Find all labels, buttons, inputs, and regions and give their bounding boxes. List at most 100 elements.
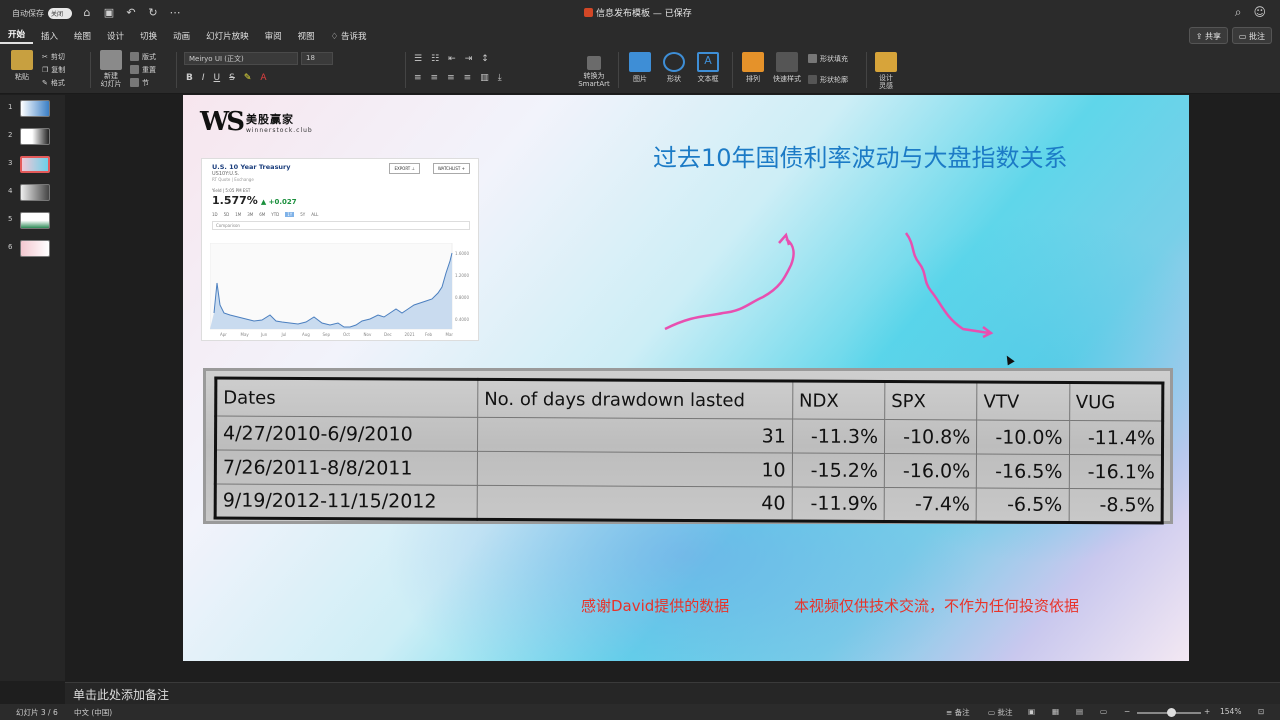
slideshow-view-icon[interactable]: ▭ — [1100, 707, 1107, 716]
font-color-icon[interactable]: A — [260, 73, 266, 83]
section-button[interactable]: 节 — [130, 76, 156, 89]
designer-label: 设计 灵感 — [879, 74, 893, 90]
tab-animations[interactable]: 动画 — [165, 30, 198, 42]
drawdown-table-image[interactable]: Dates No. of days drawdown lasted NDX SP… — [203, 368, 1173, 525]
lightbulb-icon: ♢ — [330, 32, 341, 42]
font-size-select[interactable]: 18 — [301, 52, 333, 65]
layout-button[interactable]: 版式 — [130, 50, 156, 63]
normal-view-icon[interactable]: ▣ — [1028, 707, 1035, 716]
section-icon — [130, 78, 139, 87]
copy-button[interactable]: ❐ 复制 — [42, 63, 65, 76]
font-family-select[interactable]: Meiryo UI (正文) — [184, 52, 298, 65]
document-title[interactable]: 信息发布模板 — 已保存 — [584, 6, 692, 19]
format-painter-button[interactable]: ✎ 格式 — [42, 76, 65, 89]
slide-thumbnail-1[interactable] — [20, 100, 50, 117]
cell-ndx: -11.9% — [791, 487, 885, 522]
slide-thumbnail-6[interactable] — [20, 240, 50, 257]
comments-label: 批注 — [1249, 32, 1265, 41]
comments-toggle[interactable]: ▭ 批注 — [988, 707, 1012, 718]
slide-thumbnail-3[interactable] — [20, 156, 50, 173]
language-indicator[interactable]: 中文 (中国) — [74, 707, 112, 718]
disclaimer-text[interactable]: 本视频仅供技术交流，不作为任何投资依据 — [794, 595, 1079, 616]
slide-thumbnail-4[interactable] — [20, 184, 50, 201]
reset-button[interactable]: 重置 — [130, 63, 156, 76]
more-icon[interactable]: ⋯ — [168, 6, 182, 20]
share-button[interactable]: ⇪ 共享 — [1188, 27, 1228, 44]
highlight-icon[interactable]: ✎ — [244, 73, 252, 83]
comparison-bar: Comparison — [212, 221, 470, 230]
italic-icon[interactable]: I — [202, 73, 205, 83]
tell-me[interactable]: ♢ 告诉我 — [323, 30, 375, 42]
notes-pane[interactable]: 单击此处添加备注 — [65, 682, 1280, 704]
comments-button[interactable]: ▭ 批注 — [1231, 27, 1272, 44]
text-direction-icon[interactable]: ⤓ — [498, 73, 502, 83]
align-left-icon[interactable]: ≡ — [414, 73, 422, 83]
textbox-button[interactable]: A 文本框 — [694, 52, 722, 84]
slide[interactable]: WS 美股赢家 winnerstock.club 过去10年国债利率波动与大盘指… — [183, 95, 1189, 661]
strikethrough-icon[interactable]: S — [229, 73, 235, 83]
undo-icon[interactable]: ↶ — [124, 6, 138, 20]
slide-thumbnail-2[interactable] — [20, 128, 50, 145]
comment-icon: ▭ — [1238, 32, 1249, 41]
credit-text[interactable]: 感谢David提供的数据 — [581, 595, 729, 616]
bullets-icon[interactable]: ☰ — [414, 54, 422, 64]
designer-button[interactable]: 设计 灵感 — [872, 52, 900, 90]
quick-styles-button[interactable]: 快速样式 — [770, 52, 804, 84]
zoom-slider-handle[interactable] — [1167, 708, 1176, 717]
treasury-line-chart: Apr May Jun Jul Aug Sep Oct Nov Dec 2021 Feb Mar 1.… — [210, 243, 469, 337]
notes-toggle[interactable]: ≡ 备注 — [946, 707, 970, 718]
zoom-level[interactable]: 154% — [1220, 707, 1241, 716]
tab-home[interactable]: 开始 — [0, 28, 34, 44]
shape-outline-button[interactable]: 形状轮廓 — [808, 73, 848, 86]
tab-review[interactable]: 审阅 — [257, 30, 290, 42]
cell-vtv: -10.0% — [976, 420, 1070, 455]
zoom-in-icon[interactable]: + — [1204, 707, 1210, 716]
tab-insert[interactable]: 插入 — [33, 30, 66, 42]
shape-fill-button[interactable]: 形状填充 — [808, 52, 848, 65]
save-icon[interactable]: ▣ — [102, 6, 116, 20]
autosave-toggle[interactable]: 关闭 — [48, 7, 72, 19]
drawdown-table: Dates No. of days drawdown lasted NDX SP… — [213, 376, 1165, 525]
people-icon[interactable]: ☺ — [1253, 5, 1266, 20]
decrease-indent-icon[interactable]: ⇤ — [448, 54, 456, 64]
fit-slide-icon[interactable]: ⊡ — [1258, 707, 1264, 716]
redo-icon[interactable]: ↻ — [146, 6, 160, 20]
notes-label: 备注 — [954, 708, 970, 717]
align-right-icon[interactable]: ≡ — [447, 73, 455, 83]
logo: WS 美股赢家 winnerstock.club — [200, 107, 313, 137]
cell-dates: 7/26/2011-8/8/2011 — [215, 450, 478, 486]
convert-smartart-button[interactable]: 转换为 SmartArt — [574, 56, 614, 88]
underline-icon[interactable]: U — [214, 73, 221, 83]
bold-icon[interactable]: B — [186, 73, 193, 83]
picture-button[interactable]: 图片 — [626, 52, 654, 84]
tab-transitions[interactable]: 切换 — [132, 30, 165, 42]
cut-button[interactable]: ✂ 剪切 — [42, 50, 65, 63]
up-arrow — [664, 237, 795, 331]
sorter-view-icon[interactable]: ▦ — [1052, 707, 1059, 716]
cell-vtv: -16.5% — [976, 454, 1070, 489]
justify-icon[interactable]: ≡ — [464, 73, 472, 83]
treasury-chart-image[interactable]: U.S. 10 Year Treasury US10Y:U.S. RT Quot… — [201, 158, 479, 341]
tab-slideshow[interactable]: 幻灯片放映 — [198, 30, 257, 42]
slide-thumbnail-5[interactable] — [20, 212, 50, 229]
tab-draw[interactable]: 绘图 — [66, 30, 99, 42]
numbering-icon[interactable]: ☷ — [431, 54, 439, 64]
paste-button[interactable]: 粘贴 — [8, 50, 36, 82]
reset-label: 重置 — [142, 65, 156, 74]
tab-view[interactable]: 视图 — [290, 30, 323, 42]
zoom-out-icon[interactable]: − — [1124, 707, 1130, 716]
align-center-icon[interactable]: ≡ — [431, 73, 439, 83]
columns-icon[interactable]: ▥ — [480, 73, 489, 83]
slide-title[interactable]: 过去10年国债利率波动与大盘指数关系 — [653, 138, 1068, 173]
reading-view-icon[interactable]: ▤ — [1076, 707, 1083, 716]
tab-design[interactable]: 设计 — [99, 30, 132, 42]
scissors-icon: ✂ — [42, 52, 48, 61]
new-slide-button[interactable]: 新建 幻灯片 — [96, 50, 126, 88]
x-tick-label: Jul — [281, 332, 287, 337]
search-icon[interactable]: ⌕ — [1235, 5, 1242, 20]
shape-button[interactable]: 形状 — [660, 52, 688, 84]
arrange-button[interactable]: 排列 — [740, 52, 766, 84]
line-spacing-icon[interactable]: ↕ — [481, 54, 489, 64]
home-icon[interactable]: ⌂ — [80, 6, 94, 20]
increase-indent-icon[interactable]: ⇥ — [465, 54, 473, 64]
